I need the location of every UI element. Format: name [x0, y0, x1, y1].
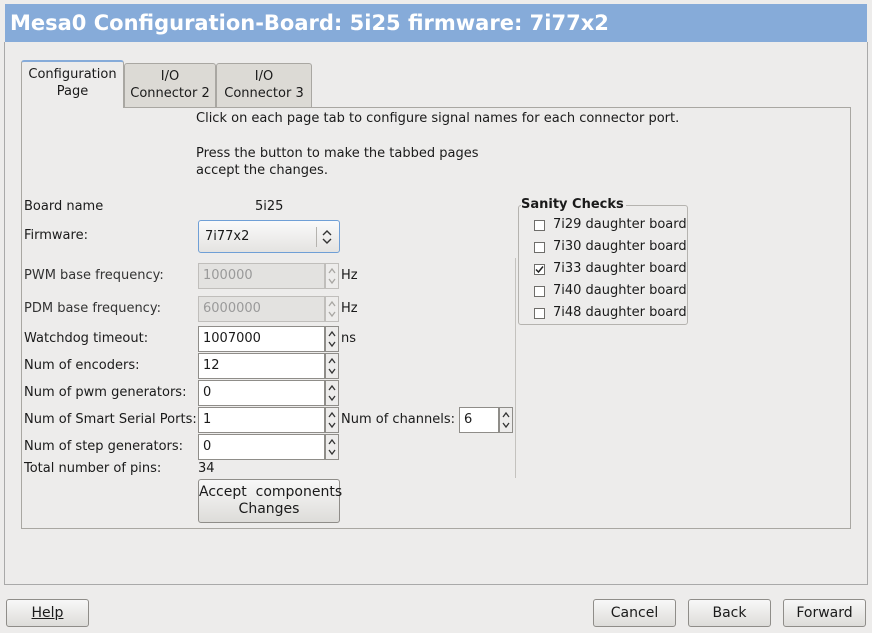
num-smart-serial-ports-label: Num of Smart Serial Ports:	[24, 412, 197, 427]
checkbox-label-7i30: 7i30 daughter board	[553, 239, 687, 254]
watchdog-timeout-input[interactable]: 1007000	[198, 326, 325, 352]
checkmark-icon	[535, 266, 544, 274]
num-step-generators-input[interactable]: 0	[198, 434, 325, 460]
num-pwm-generators-stepper[interactable]	[325, 380, 339, 406]
num-channels-input[interactable]: 6	[459, 407, 499, 433]
info-text-line2: Press the button to make the tabbed page…	[196, 146, 479, 161]
num-smart-serial-ports-stepper[interactable]	[325, 407, 339, 433]
cancel-button[interactable]: Cancel	[593, 599, 676, 627]
total-pins-value: 34	[198, 461, 215, 476]
checkbox-7i33[interactable]	[534, 264, 545, 275]
help-button[interactable]: Help	[6, 599, 89, 627]
sanity-check-7i40[interactable]: 7i40 daughter board	[534, 283, 687, 301]
forward-button[interactable]: Forward	[783, 599, 866, 627]
cancel-button-label: Cancel	[610, 605, 659, 621]
num-encoders-stepper[interactable]	[325, 353, 339, 379]
sanity-checks-title: Sanity Checks	[521, 197, 626, 212]
back-button[interactable]: Back	[688, 599, 771, 627]
sanity-check-7i33[interactable]: 7i33 daughter board	[534, 261, 687, 279]
checkbox-7i30[interactable]	[534, 242, 545, 253]
firmware-label: Firmware:	[24, 228, 88, 243]
tab-label-line2: Connector 3	[224, 86, 304, 101]
pwm-base-frequency-input[interactable]: 100000	[198, 263, 325, 289]
num-step-generators-stepper[interactable]	[325, 434, 339, 460]
accept-components-button[interactable]: Accept components Changes	[198, 479, 343, 523]
checkbox-label-7i40: 7i40 daughter board	[553, 283, 687, 298]
vertical-separator	[515, 258, 516, 478]
firmware-value: 7i77x2	[205, 229, 250, 244]
pdm-unit-label: Hz	[341, 301, 358, 316]
forward-button-label: Forward	[796, 605, 853, 621]
tab-label-line1: I/O	[160, 69, 180, 84]
checkbox-label-7i48: 7i48 daughter board	[553, 305, 687, 320]
back-button-label: Back	[712, 605, 747, 621]
num-encoders-input[interactable]: 12	[198, 353, 325, 379]
accept-button-line1: Accept components	[199, 484, 343, 500]
checkbox-label-7i29: 7i29 daughter board	[553, 217, 687, 232]
checkbox-7i48[interactable]	[534, 308, 545, 319]
accept-button-line2: Changes	[238, 501, 300, 517]
combo-separator	[316, 227, 317, 247]
watchdog-timeout-stepper[interactable]	[325, 326, 339, 352]
num-smart-serial-ports-input[interactable]: 1	[198, 407, 325, 433]
info-text-line1: Click on each page tab to configure sign…	[196, 111, 680, 126]
num-channels-stepper[interactable]	[499, 407, 513, 433]
sanity-check-7i30[interactable]: 7i30 daughter board	[534, 239, 687, 257]
up-down-arrows-icon	[322, 230, 332, 244]
tab-configuration-page[interactable]: Configuration Page	[21, 60, 124, 108]
num-channels-label: Num of channels:	[341, 412, 456, 427]
tab-io-connector-3[interactable]: I/O Connector 3	[216, 63, 312, 107]
firmware-combo[interactable]: 7i77x2	[198, 220, 340, 253]
checkbox-label-7i33: 7i33 daughter board	[553, 261, 687, 276]
tab-label-line1: Configuration	[28, 67, 117, 82]
pdm-base-frequency-stepper[interactable]	[325, 296, 339, 322]
checkbox-7i29[interactable]	[534, 220, 545, 231]
tab-io-connector-2[interactable]: I/O Connector 2	[124, 63, 216, 107]
watchdog-unit-label: ns	[341, 331, 357, 346]
watchdog-timeout-label: Watchdog timeout:	[24, 331, 149, 346]
checkbox-7i40[interactable]	[534, 286, 545, 297]
pwm-base-frequency-label: PWM base frequency:	[24, 268, 164, 283]
help-button-label: Help	[31, 605, 64, 621]
board-name-value: 5i25	[255, 199, 284, 214]
window-title: Mesa0 Configuration-Board: 5i25 firmware…	[5, 4, 867, 42]
num-step-generators-label: Num of step generators:	[24, 439, 184, 454]
tab-label-line2: Page	[56, 84, 89, 99]
num-pwm-generators-label: Num of pwm generators:	[24, 385, 187, 400]
num-encoders-label: Num of encoders:	[24, 358, 140, 373]
info-text-line3: accept the changes.	[196, 163, 328, 178]
num-pwm-generators-input[interactable]: 0	[198, 380, 325, 406]
pwm-base-frequency-stepper[interactable]	[325, 263, 339, 289]
pdm-base-frequency-label: PDM base frequency:	[24, 301, 161, 316]
board-name-label: Board name	[24, 199, 104, 214]
pwm-unit-label: Hz	[341, 268, 358, 283]
sanity-check-7i48[interactable]: 7i48 daughter board	[534, 305, 687, 323]
sanity-check-7i29[interactable]: 7i29 daughter board	[534, 217, 687, 235]
total-pins-label: Total number of pins:	[24, 461, 162, 476]
tab-label-line2: Connector 2	[130, 86, 210, 101]
pdm-base-frequency-input[interactable]: 6000000	[198, 296, 325, 322]
tab-label-line1: I/O	[254, 69, 274, 84]
